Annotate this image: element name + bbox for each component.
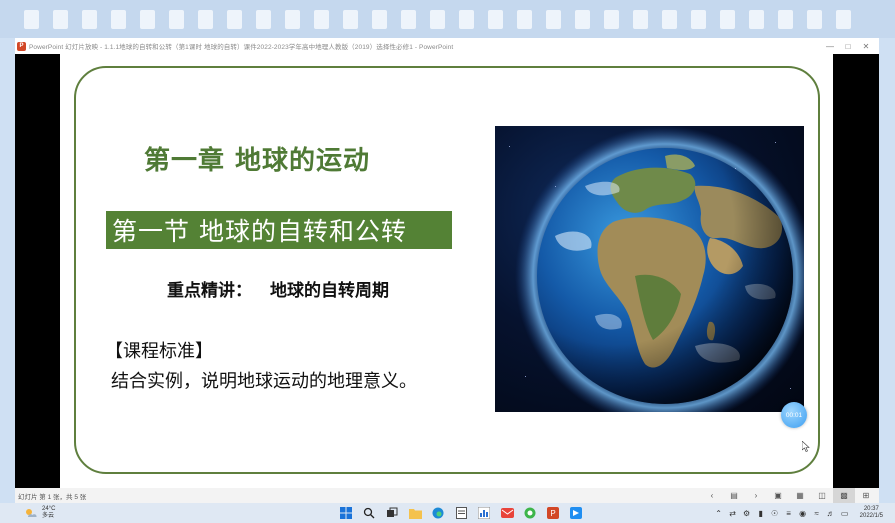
tray-app-icon[interactable]: ▮ (756, 509, 766, 518)
section-banner: 第一节 地球的自转和公转 (106, 211, 452, 249)
focus-label: 重点精讲： (167, 281, 252, 301)
strip-hole (430, 9, 445, 29)
minimize-icon[interactable]: — (821, 38, 839, 54)
weather-widget[interactable]: 24°C 多云 (24, 506, 304, 520)
mail-app-icon[interactable] (499, 505, 515, 521)
strip-hole (401, 9, 416, 29)
notepad-icon[interactable] (453, 505, 469, 521)
fit-window-icon[interactable]: ⊞ (855, 488, 877, 503)
powerpoint-taskbar-icon[interactable]: P (545, 505, 561, 521)
slide[interactable]: 第一章 地球的运动 第一节 地球的自转和公转 重点精讲： 地球的自转周期 【课程标… (60, 54, 833, 488)
next-slide-icon[interactable]: › (745, 488, 767, 503)
status-bar: 幻灯片 第 1 张，共 5 张 ‹ ▤ › ▣ ▦ ◫ ▩ ⊞ (15, 488, 879, 503)
maximize-icon[interactable]: □ (839, 38, 857, 54)
file-explorer-icon[interactable] (407, 505, 423, 521)
edge-browser-icon[interactable] (430, 505, 446, 521)
powerpoint-window: P PowerPoint 幻灯片放映 - 1.1.1地球的自转和公转（第1课时 … (15, 38, 879, 503)
strip-hole (227, 9, 242, 29)
normal-view-icon[interactable]: ▣ (767, 488, 789, 503)
messaging-app-icon[interactable] (568, 505, 584, 521)
strip-hole (807, 9, 822, 29)
previous-slide-icon[interactable]: ‹ (701, 488, 723, 503)
slide-counter: 幻灯片 第 1 张，共 5 张 (18, 493, 87, 501)
chart-app-icon[interactable] (476, 505, 492, 521)
tray-app-icon[interactable]: ⇄ (728, 509, 738, 518)
strip-hole (169, 9, 184, 29)
focus-topic: 地球的自转周期 (270, 281, 389, 301)
strip-hole (111, 9, 126, 29)
curriculum-standard-text: 结合实例，说明地球运动的地理意义。 (111, 371, 417, 392)
clock-date: 2022/1/5 (859, 513, 883, 519)
system-tray: ⌃ ⇄ ⚙ ▮ ☉ ≡ ◉ ≈ ♬ ▭ 20:37 2022/1/5 (714, 506, 883, 520)
earth-image (495, 126, 804, 412)
input-method-icon[interactable]: ≡ (784, 509, 794, 518)
powerpoint-icon: P (17, 41, 26, 51)
strip-hole (53, 9, 68, 29)
status-controls: ‹ ▤ › ▣ ▦ ◫ ▩ ⊞ (701, 488, 877, 503)
strip-hole (836, 9, 851, 29)
reading-view-icon[interactable]: ◫ (811, 488, 833, 503)
tray-app-icon[interactable]: ◉ (798, 509, 808, 518)
strip-hole (575, 9, 590, 29)
weather-temperature: 24°C (42, 506, 56, 512)
strip-hole (691, 9, 706, 29)
timer-badge[interactable]: 00:01 (781, 402, 807, 428)
taskbar-apps: P (338, 505, 584, 521)
strip-hole (372, 9, 387, 29)
section-title: 第一节 地球的自转和公转 (112, 217, 407, 246)
strip-hole (604, 9, 619, 29)
browser-app-icon[interactable] (522, 505, 538, 521)
strip-hole (140, 9, 155, 29)
slideshow-view-icon[interactable]: ▩ (833, 488, 855, 503)
strip-hole (24, 9, 39, 29)
strip-hole (778, 9, 793, 29)
tray-app-icon[interactable]: ⚙ (742, 509, 752, 518)
partly-cloudy-icon (26, 509, 37, 517)
strip-hole (82, 9, 97, 29)
strip-hole (633, 9, 648, 29)
windows-taskbar: 24°C 多云 P ⌃ ⇄ ⚙ ▮ ☉ ≡ ◉ ≈ ♬ ▭ 20:37 2022… (0, 503, 895, 523)
volume-icon[interactable]: ♬ (826, 509, 836, 518)
window-controls: — □ ✕ (821, 38, 875, 54)
clock[interactable]: 20:37 2022/1/5 (860, 506, 883, 520)
microphone-icon[interactable]: ☉ (770, 509, 780, 518)
focus-line: 重点精讲： 地球的自转周期 (167, 276, 389, 301)
curriculum-standard-heading: 【课程标准】 (105, 341, 213, 362)
slide-menu-icon[interactable]: ▤ (723, 488, 745, 503)
strip-hole (517, 9, 532, 29)
slide-sorter-icon[interactable]: ▦ (789, 488, 811, 503)
chapter-title: 第一章 地球的运动 (144, 146, 371, 176)
strip-hole (662, 9, 677, 29)
weather-description: 多云 (42, 513, 55, 519)
strip-hole (285, 9, 300, 29)
strip-hole (343, 9, 358, 29)
strip-hole (546, 9, 561, 29)
window-title: PowerPoint 幻灯片放映 - 1.1.1地球的自转和公转（第1课时 地球… (29, 44, 454, 51)
battery-icon[interactable]: ▭ (840, 509, 850, 518)
strip-hole (198, 9, 213, 29)
close-icon[interactable]: ✕ (857, 38, 875, 54)
windows-start-icon[interactable] (338, 505, 354, 521)
svg-text:P: P (550, 509, 555, 518)
strip-hole (749, 9, 764, 29)
earth-globe-icon (515, 126, 804, 412)
strip-hole (488, 9, 503, 29)
window-titlebar[interactable]: P PowerPoint 幻灯片放映 - 1.1.1地球的自转和公转（第1课时 … (15, 38, 879, 54)
wifi-icon[interactable]: ≈ (812, 509, 822, 518)
decorative-top-strip (0, 0, 895, 38)
strip-hole (314, 9, 329, 29)
strip-hole (256, 9, 271, 29)
search-icon[interactable] (361, 505, 377, 521)
strip-hole (459, 9, 474, 29)
mouse-cursor-icon (802, 441, 810, 452)
clock-time: 20:37 (863, 506, 879, 512)
task-view-icon[interactable] (384, 505, 400, 521)
strip-hole (720, 9, 735, 29)
show-hidden-icons-icon[interactable]: ⌃ (714, 509, 724, 518)
